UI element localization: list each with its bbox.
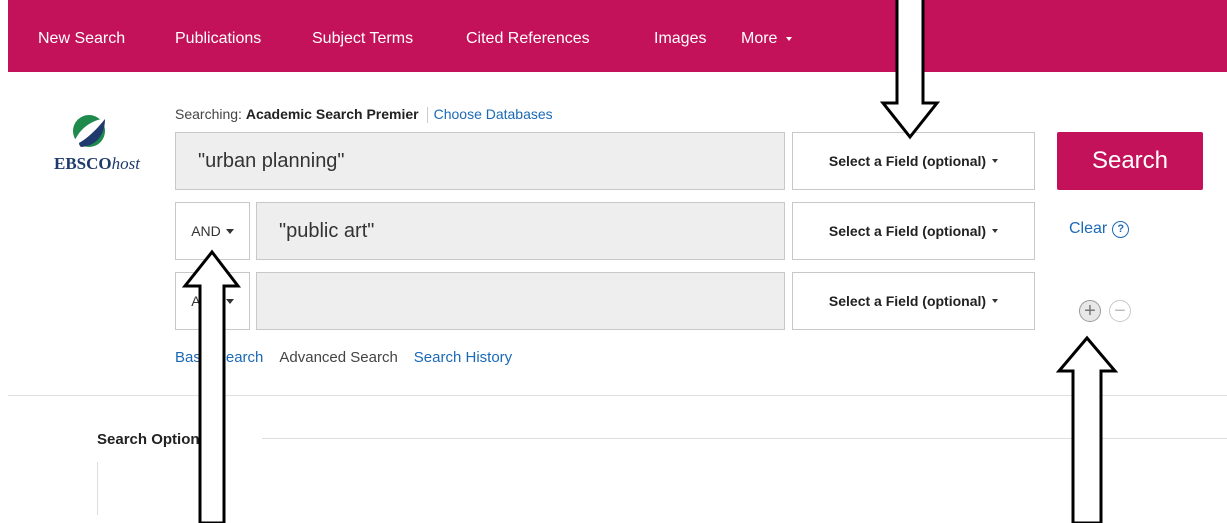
field-select-label: Select a Field (optional)	[828, 293, 987, 309]
remove-row-button[interactable]: −	[1109, 300, 1131, 322]
ebsco-logo-icon	[73, 115, 106, 147]
clear-label: Clear	[1069, 220, 1108, 237]
add-row-button[interactable]: +	[1079, 300, 1101, 322]
caret-down-icon	[992, 299, 999, 303]
nav-more[interactable]: More	[741, 30, 793, 48]
boolean-operator-select-row-2[interactable]: AND	[175, 202, 250, 260]
searching-databases-line: Searching: Academic Search Premier Choose…	[175, 106, 553, 124]
nav-more-label: More	[741, 30, 778, 47]
searching-label: Searching:	[175, 106, 242, 122]
search-mode-links: Basic Search Advanced Search Search Histor…	[175, 349, 528, 366]
search-button[interactable]: Search	[1057, 132, 1203, 190]
advanced-search-label: Advanced Search	[279, 349, 398, 366]
boolean-operator-select-row-3[interactable]: AND	[175, 272, 250, 330]
boolean-operator-label: AND	[191, 293, 221, 309]
field-select-row-1[interactable]: Select a Field (optional)	[792, 132, 1035, 190]
field-select-label: Select a Field (optional)	[828, 223, 987, 239]
search-input-row-3[interactable]	[256, 272, 785, 330]
ebscohost-logo-text: EBSCOhost	[54, 154, 140, 173]
caret-down-icon	[992, 229, 999, 233]
nav-subject-terms[interactable]: Subject Terms	[312, 30, 413, 48]
nav-new-search[interactable]: New Search	[38, 30, 125, 48]
boolean-operator-label: AND	[191, 223, 221, 239]
caret-down-icon	[786, 36, 793, 41]
search-options-rule	[262, 438, 1227, 439]
nav-images[interactable]: Images	[654, 30, 706, 48]
choose-databases-link[interactable]: Choose Databases	[434, 106, 553, 122]
search-input-row-1[interactable]: "urban planning"	[175, 132, 785, 190]
database-name: Academic Search Premier	[245, 106, 419, 122]
field-select-label: Select a Field (optional)	[828, 153, 987, 169]
search-input-row-2[interactable]: "public art"	[256, 202, 785, 260]
field-select-row-2[interactable]: Select a Field (optional)	[792, 202, 1035, 260]
field-select-row-3[interactable]: Select a Field (optional)	[792, 272, 1035, 330]
caret-down-icon	[225, 228, 234, 234]
search-options-border	[97, 462, 98, 515]
help-icon[interactable]: ?	[1112, 221, 1130, 238]
search-history-link[interactable]: Search History	[414, 349, 512, 366]
section-divider	[8, 395, 1227, 396]
arrow-up-icon	[1055, 335, 1119, 523]
search-options-title[interactable]: Search Options	[97, 431, 208, 448]
caret-down-icon	[225, 298, 234, 304]
caret-down-icon	[992, 159, 999, 163]
basic-search-link[interactable]: Basic Search	[175, 349, 263, 366]
nav-cited-references[interactable]: Cited References	[466, 30, 590, 48]
nav-publications[interactable]: Publications	[175, 30, 261, 48]
clear-link[interactable]: Clear?	[1069, 220, 1130, 238]
top-navigation-bar: New Search Publications Subject Terms Ci…	[8, 0, 1227, 72]
